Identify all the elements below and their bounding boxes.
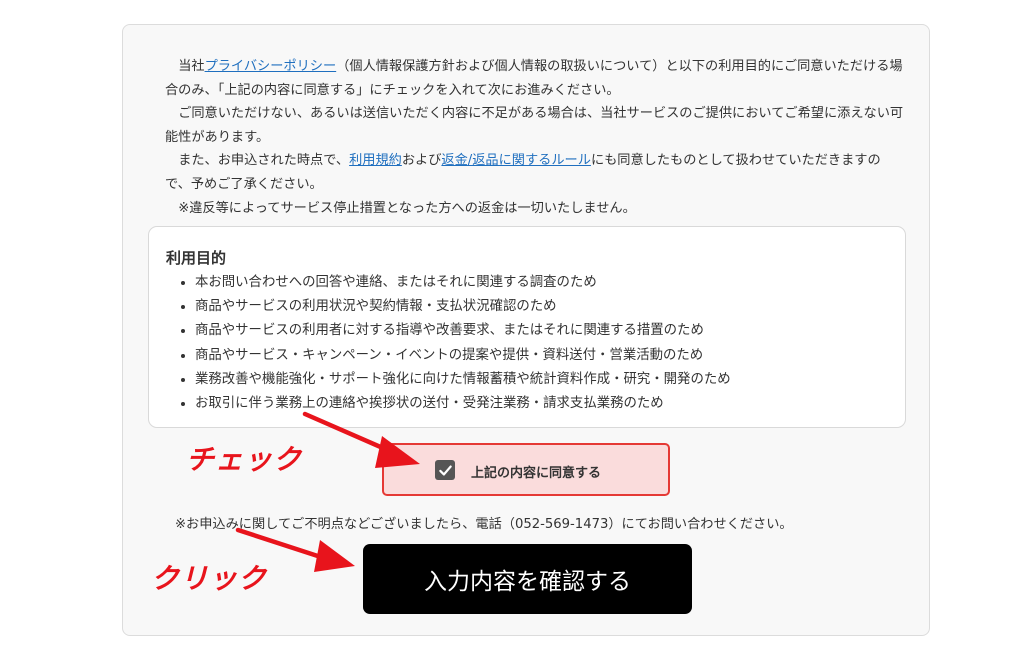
arrow-to-confirm-button-icon bbox=[235, 527, 355, 572]
annotation-arrows bbox=[235, 411, 420, 572]
arrow-to-checkbox-icon bbox=[302, 411, 420, 468]
